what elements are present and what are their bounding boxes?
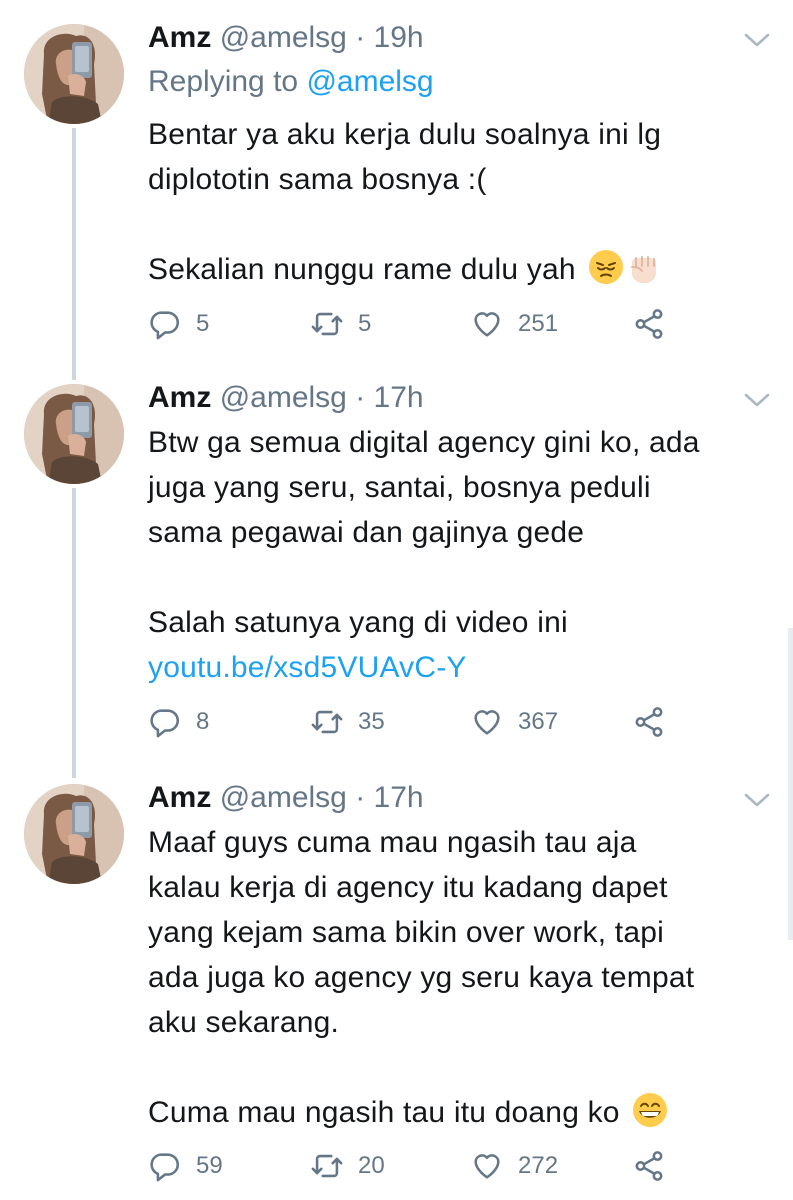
chevron-down-icon[interactable] bbox=[740, 788, 774, 812]
text-line bbox=[148, 555, 768, 600]
tweet-header: Amz @amelsg · 17h bbox=[148, 378, 424, 418]
display-name[interactable]: Amz bbox=[148, 781, 211, 814]
retweet-count: 5 bbox=[358, 310, 372, 337]
text-line: juga yang seru, santai, bosnya peduli bbox=[148, 471, 651, 504]
text-line: Btw ga semua digital agency gini ko, ada bbox=[148, 426, 700, 459]
text-line-with-emoji: Sekalian nunggu rame dulu yah bbox=[148, 247, 768, 292]
like-icon bbox=[470, 307, 504, 341]
text-line: Maaf guys cuma mau ngasih tau aja bbox=[148, 826, 637, 859]
reply-count: 8 bbox=[196, 708, 210, 735]
reply-button[interactable]: 59 bbox=[148, 1146, 223, 1186]
retweet-icon bbox=[310, 705, 344, 739]
tweet-actions: 59 20 272 bbox=[148, 1146, 678, 1186]
text-line bbox=[148, 1045, 768, 1090]
separator-dot: · bbox=[355, 381, 366, 414]
text-line: Salah satunya yang di video ini bbox=[148, 606, 568, 639]
share-icon bbox=[632, 705, 666, 739]
like-button[interactable]: 367 bbox=[470, 702, 558, 742]
tweet-header: Amz @amelsg · 17h bbox=[148, 778, 424, 818]
avatar[interactable] bbox=[24, 384, 124, 484]
separator-dot: · bbox=[355, 781, 366, 814]
reply-icon bbox=[148, 307, 182, 341]
tweet-text: Maaf guys cuma mau ngasih tau aja kalau … bbox=[148, 820, 768, 1135]
retweet-button[interactable]: 5 bbox=[310, 304, 371, 344]
tweet-text: Bentar ya aku kerja dulu soalnya ini lg … bbox=[148, 112, 768, 292]
timestamp[interactable]: 17h bbox=[374, 781, 424, 814]
tweet-text: Btw ga semua digital agency gini ko, ada… bbox=[148, 420, 768, 690]
text-line-with-emoji: Cuma mau ngasih tau itu doang ko bbox=[148, 1090, 768, 1135]
tweet-actions: 5 5 251 bbox=[148, 304, 678, 344]
replying-to: Replying to @amelsg bbox=[148, 62, 434, 102]
avatar[interactable] bbox=[24, 784, 124, 884]
tweet[interactable]: Amz @amelsg · 17h Maaf guys cuma mau nga… bbox=[0, 778, 793, 1200]
like-count: 272 bbox=[518, 1152, 559, 1179]
text-line: sama pegawai dan gajinya gede bbox=[148, 516, 585, 549]
text-line: kalau kerja di agency itu kadang dapet bbox=[148, 871, 668, 904]
like-icon bbox=[470, 705, 504, 739]
tweet[interactable]: Amz @amelsg · 19h Replying to @amelsg Be… bbox=[0, 18, 793, 378]
reply-count: 5 bbox=[196, 310, 210, 337]
raised-fist-emoji bbox=[626, 249, 662, 285]
video-link[interactable]: youtu.be/xsd5VUAvC-Y bbox=[148, 645, 768, 690]
text-line: Bentar ya aku kerja dulu soalnya ini lg bbox=[148, 118, 662, 151]
like-count: 251 bbox=[518, 310, 559, 337]
replying-to-label: Replying to bbox=[148, 65, 299, 98]
share-button[interactable] bbox=[632, 1146, 680, 1186]
tweet-actions: 8 35 367 bbox=[148, 702, 678, 742]
user-handle[interactable]: @amelsg bbox=[220, 381, 347, 414]
reply-count: 59 bbox=[196, 1152, 223, 1179]
avatar[interactable] bbox=[24, 24, 124, 124]
text-line: Sekalian nunggu rame dulu yah bbox=[148, 253, 576, 286]
reply-icon bbox=[148, 705, 182, 739]
tweet[interactable]: Amz @amelsg · 17h Btw ga semua digital a… bbox=[0, 378, 793, 778]
like-count: 367 bbox=[518, 708, 559, 735]
text-line: aku sekarang. bbox=[148, 1006, 340, 1039]
retweet-icon bbox=[310, 1149, 344, 1183]
like-icon bbox=[470, 1149, 504, 1183]
chevron-down-icon[interactable] bbox=[740, 388, 774, 412]
share-button[interactable] bbox=[632, 304, 680, 344]
retweet-button[interactable]: 20 bbox=[310, 1146, 385, 1186]
separator-dot: · bbox=[355, 21, 366, 54]
like-button[interactable]: 251 bbox=[470, 304, 558, 344]
timestamp[interactable]: 19h bbox=[374, 21, 424, 54]
retweet-button[interactable]: 35 bbox=[310, 702, 385, 742]
display-name[interactable]: Amz bbox=[148, 381, 211, 414]
user-handle[interactable]: @amelsg bbox=[220, 21, 347, 54]
pensive-face-emoji bbox=[588, 249, 624, 285]
mention-link[interactable]: @amelsg bbox=[306, 65, 433, 98]
timestamp[interactable]: 17h bbox=[374, 381, 424, 414]
text-line: yang kejam sama bikin over work, tapi bbox=[148, 916, 664, 949]
user-handle[interactable]: @amelsg bbox=[220, 781, 347, 814]
retweet-count: 20 bbox=[358, 1152, 385, 1179]
chevron-down-icon[interactable] bbox=[740, 28, 774, 52]
retweet-icon bbox=[310, 307, 344, 341]
text-line bbox=[148, 202, 768, 247]
reply-button[interactable]: 8 bbox=[148, 702, 209, 742]
text-line: diplototin sama bosnya :( bbox=[148, 163, 487, 196]
retweet-count: 35 bbox=[358, 708, 385, 735]
grinning-face-emoji bbox=[632, 1092, 668, 1128]
like-button[interactable]: 272 bbox=[470, 1146, 558, 1186]
display-name[interactable]: Amz bbox=[148, 21, 211, 54]
text-line: Cuma mau ngasih tau itu doang ko bbox=[148, 1096, 620, 1129]
reply-icon bbox=[148, 1149, 182, 1183]
share-icon bbox=[632, 307, 666, 341]
tweet-header: Amz @amelsg · 19h bbox=[148, 18, 424, 58]
share-icon bbox=[632, 1149, 666, 1183]
text-line: ada juga ko agency yg seru kaya tempat bbox=[148, 961, 695, 994]
share-button[interactable] bbox=[632, 702, 680, 742]
reply-button[interactable]: 5 bbox=[148, 304, 209, 344]
